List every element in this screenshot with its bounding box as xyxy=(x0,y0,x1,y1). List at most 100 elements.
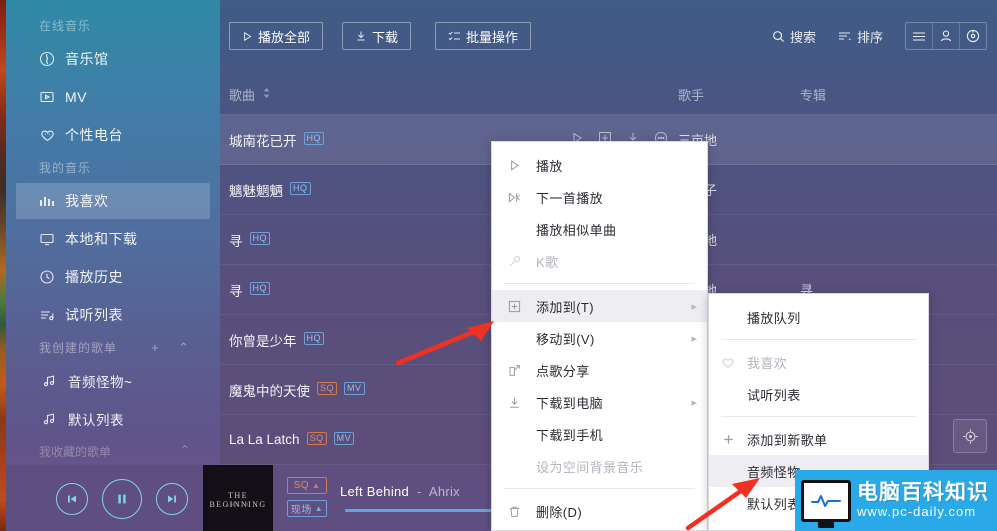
search-label: 搜索 xyxy=(789,29,816,45)
submenu-item-favorites: 我喜欢 xyxy=(709,346,928,378)
sidebar-playlist-audio-monster[interactable]: 音频怪物~ xyxy=(16,363,210,399)
song-title: 寻 xyxy=(229,283,243,299)
menu-item-label: 移动到(V) xyxy=(536,331,595,347)
column-header-album[interactable]: 专辑 xyxy=(800,85,826,104)
submenu-item-preview-list[interactable]: 试听列表 xyxy=(709,378,928,410)
submenu-item-label: 试听列表 xyxy=(747,387,801,403)
monitor-icon xyxy=(39,231,65,247)
sidebar-group-label: 我收藏的歌单 xyxy=(39,445,112,459)
menu-item-play[interactable]: 播放 xyxy=(492,149,707,181)
watermark-line2: www.pc-daily.com xyxy=(857,503,977,519)
sidebar-item-mv[interactable]: MV xyxy=(16,79,210,115)
add-playlist-button[interactable]: + xyxy=(151,340,160,355)
watermark: 电脑百科知识 www.pc-daily.com xyxy=(795,470,997,531)
download-label: 下载 xyxy=(372,29,399,45)
sidebar-item-favorites[interactable]: 我喜欢 xyxy=(16,183,210,219)
pause-icon[interactable] xyxy=(102,479,142,519)
quality-badge: HQ xyxy=(303,132,324,145)
now-playing: Left Behind - Ahrix xyxy=(340,484,460,499)
menu-item-download-to-pc[interactable]: 下载到电脑 ▸ xyxy=(492,386,707,418)
column-header-song[interactable]: 歌曲 xyxy=(229,85,271,104)
menu-item-set-qzone-bgm: 设为空间背景音乐 xyxy=(492,450,707,482)
music-player-window: 在线音乐 音乐馆 MV 个性电台 我的音乐 我喜欢 本地和下载 播放历史 试听列… xyxy=(0,0,997,531)
live-badge-label: 现场 xyxy=(290,505,312,516)
menu-item-share-song[interactable]: 点歌分享 xyxy=(492,354,707,386)
album-cover[interactable]: THE BEGINNING AHRIX xyxy=(203,465,273,531)
menu-item-delete[interactable]: 删除(D) xyxy=(492,495,707,527)
song-title-cell: 魔鬼中的天使 SQ MV xyxy=(229,380,365,400)
quality-badge: HQ xyxy=(290,182,311,195)
download-button[interactable]: 下载 xyxy=(342,22,412,50)
song-title: 寻 xyxy=(229,233,243,249)
collapse-created-button[interactable]: ⌃ xyxy=(178,340,190,355)
menu-item-label: 删除(D) xyxy=(536,504,583,520)
mic-icon xyxy=(492,255,536,268)
menu-separator xyxy=(721,416,916,417)
next-icon[interactable] xyxy=(156,483,188,515)
sidebar-item-label: 试听列表 xyxy=(65,307,123,323)
play-icon xyxy=(492,159,536,172)
sidebar-group-title-collected: 我收藏的歌单 ⌃ xyxy=(6,443,220,465)
sort-icon xyxy=(838,30,852,42)
menu-item-move-to[interactable]: 移动到(V) ▸ xyxy=(492,322,707,354)
window-buttons xyxy=(905,22,987,50)
sidebar-item-music-hall[interactable]: 音乐馆 xyxy=(16,41,210,77)
heart-icon xyxy=(709,356,747,369)
download-icon xyxy=(355,30,367,42)
menu-item-label: 下载到电脑 xyxy=(536,395,604,411)
chevron-right-icon: ▸ xyxy=(691,300,697,313)
mv-icon xyxy=(39,89,65,105)
song-title-cell: 城南花已开 HQ xyxy=(229,130,324,150)
sidebar: 在线音乐 音乐馆 MV 个性电台 我的音乐 我喜欢 本地和下载 播放历史 试听列… xyxy=(6,0,220,531)
sidebar-group-title-created: 我创建的歌单 + ⌃ xyxy=(6,335,220,361)
sidebar-item-local-downloads[interactable]: 本地和下载 xyxy=(16,221,210,257)
song-title: 魔鬼中的天使 xyxy=(229,383,310,399)
locate-current-song-button[interactable] xyxy=(953,419,987,453)
menu-item-play-next[interactable]: 下一首播放 xyxy=(492,181,707,213)
share-icon xyxy=(492,364,536,377)
column-header-artist[interactable]: 歌手 xyxy=(678,85,704,104)
song-title: La La Latch xyxy=(229,432,300,447)
submenu-item-play-queue[interactable]: 播放队列 xyxy=(709,301,928,333)
quality-selectors: SQ ▲ 现场 ▲ xyxy=(287,477,327,517)
sidebar-item-label: 音乐馆 xyxy=(65,51,109,67)
sidebar-item-preview-list[interactable]: 试听列表 xyxy=(16,297,210,333)
prev-icon[interactable] xyxy=(56,483,88,515)
play-all-label: 播放全部 xyxy=(258,29,311,45)
play-all-button[interactable]: 播放全部 xyxy=(229,22,324,50)
now-playing-title: Left Behind xyxy=(340,484,410,499)
left-album-strip xyxy=(0,0,6,531)
column-album-label: 专辑 xyxy=(800,88,827,103)
batch-operation-button[interactable]: 批量操作 xyxy=(435,22,532,50)
sidebar-playlist-default[interactable]: 默认列表 xyxy=(16,401,210,437)
song-title: 城南花已开 xyxy=(229,133,297,149)
quality-badge: HQ xyxy=(249,282,270,295)
now-playing-separator: - xyxy=(417,484,422,499)
user-icon[interactable] xyxy=(933,23,960,49)
hamburger-icon[interactable] xyxy=(906,23,933,49)
sidebar-item-radio[interactable]: 个性电台 xyxy=(16,117,210,153)
sidebar-group-label: 我的音乐 xyxy=(39,161,92,175)
sidebar-item-history[interactable]: 播放历史 xyxy=(16,259,210,295)
menu-separator xyxy=(721,339,916,340)
sidebar-item-label: 本地和下载 xyxy=(65,231,138,247)
submenu-item-add-to-new-playlist[interactable]: 添加到新歌单 xyxy=(709,423,928,455)
note-icon xyxy=(42,412,68,426)
now-playing-artist: Ahrix xyxy=(428,484,460,499)
collapse-collected-button[interactable]: ⌃ xyxy=(180,443,190,457)
sidebar-item-label: 个性电台 xyxy=(65,127,123,143)
live-effect-badge[interactable]: 现场 ▲ xyxy=(287,500,327,517)
monitor-wave-icon xyxy=(801,479,851,522)
search-button[interactable]: 搜索 xyxy=(772,27,816,46)
skin-disc-icon[interactable] xyxy=(960,23,986,49)
menu-item-label: 下载到手机 xyxy=(536,427,604,443)
quality-badge-label: SQ xyxy=(293,480,310,491)
song-title-cell: 寻 HQ xyxy=(229,230,270,250)
watermark-line1: 电脑百科知识 xyxy=(857,480,989,504)
menu-item-play-similar[interactable]: 播放相似单曲 xyxy=(492,213,707,245)
sort-button[interactable]: 排序 xyxy=(838,27,883,46)
submenu-item-label: 我喜欢 xyxy=(747,355,788,371)
menu-item-download-to-phone[interactable]: 下载到手机 xyxy=(492,418,707,450)
quality-badge-sq[interactable]: SQ ▲ xyxy=(287,477,327,494)
menu-item-add-to[interactable]: 添加到(T) ▸ xyxy=(492,290,707,322)
